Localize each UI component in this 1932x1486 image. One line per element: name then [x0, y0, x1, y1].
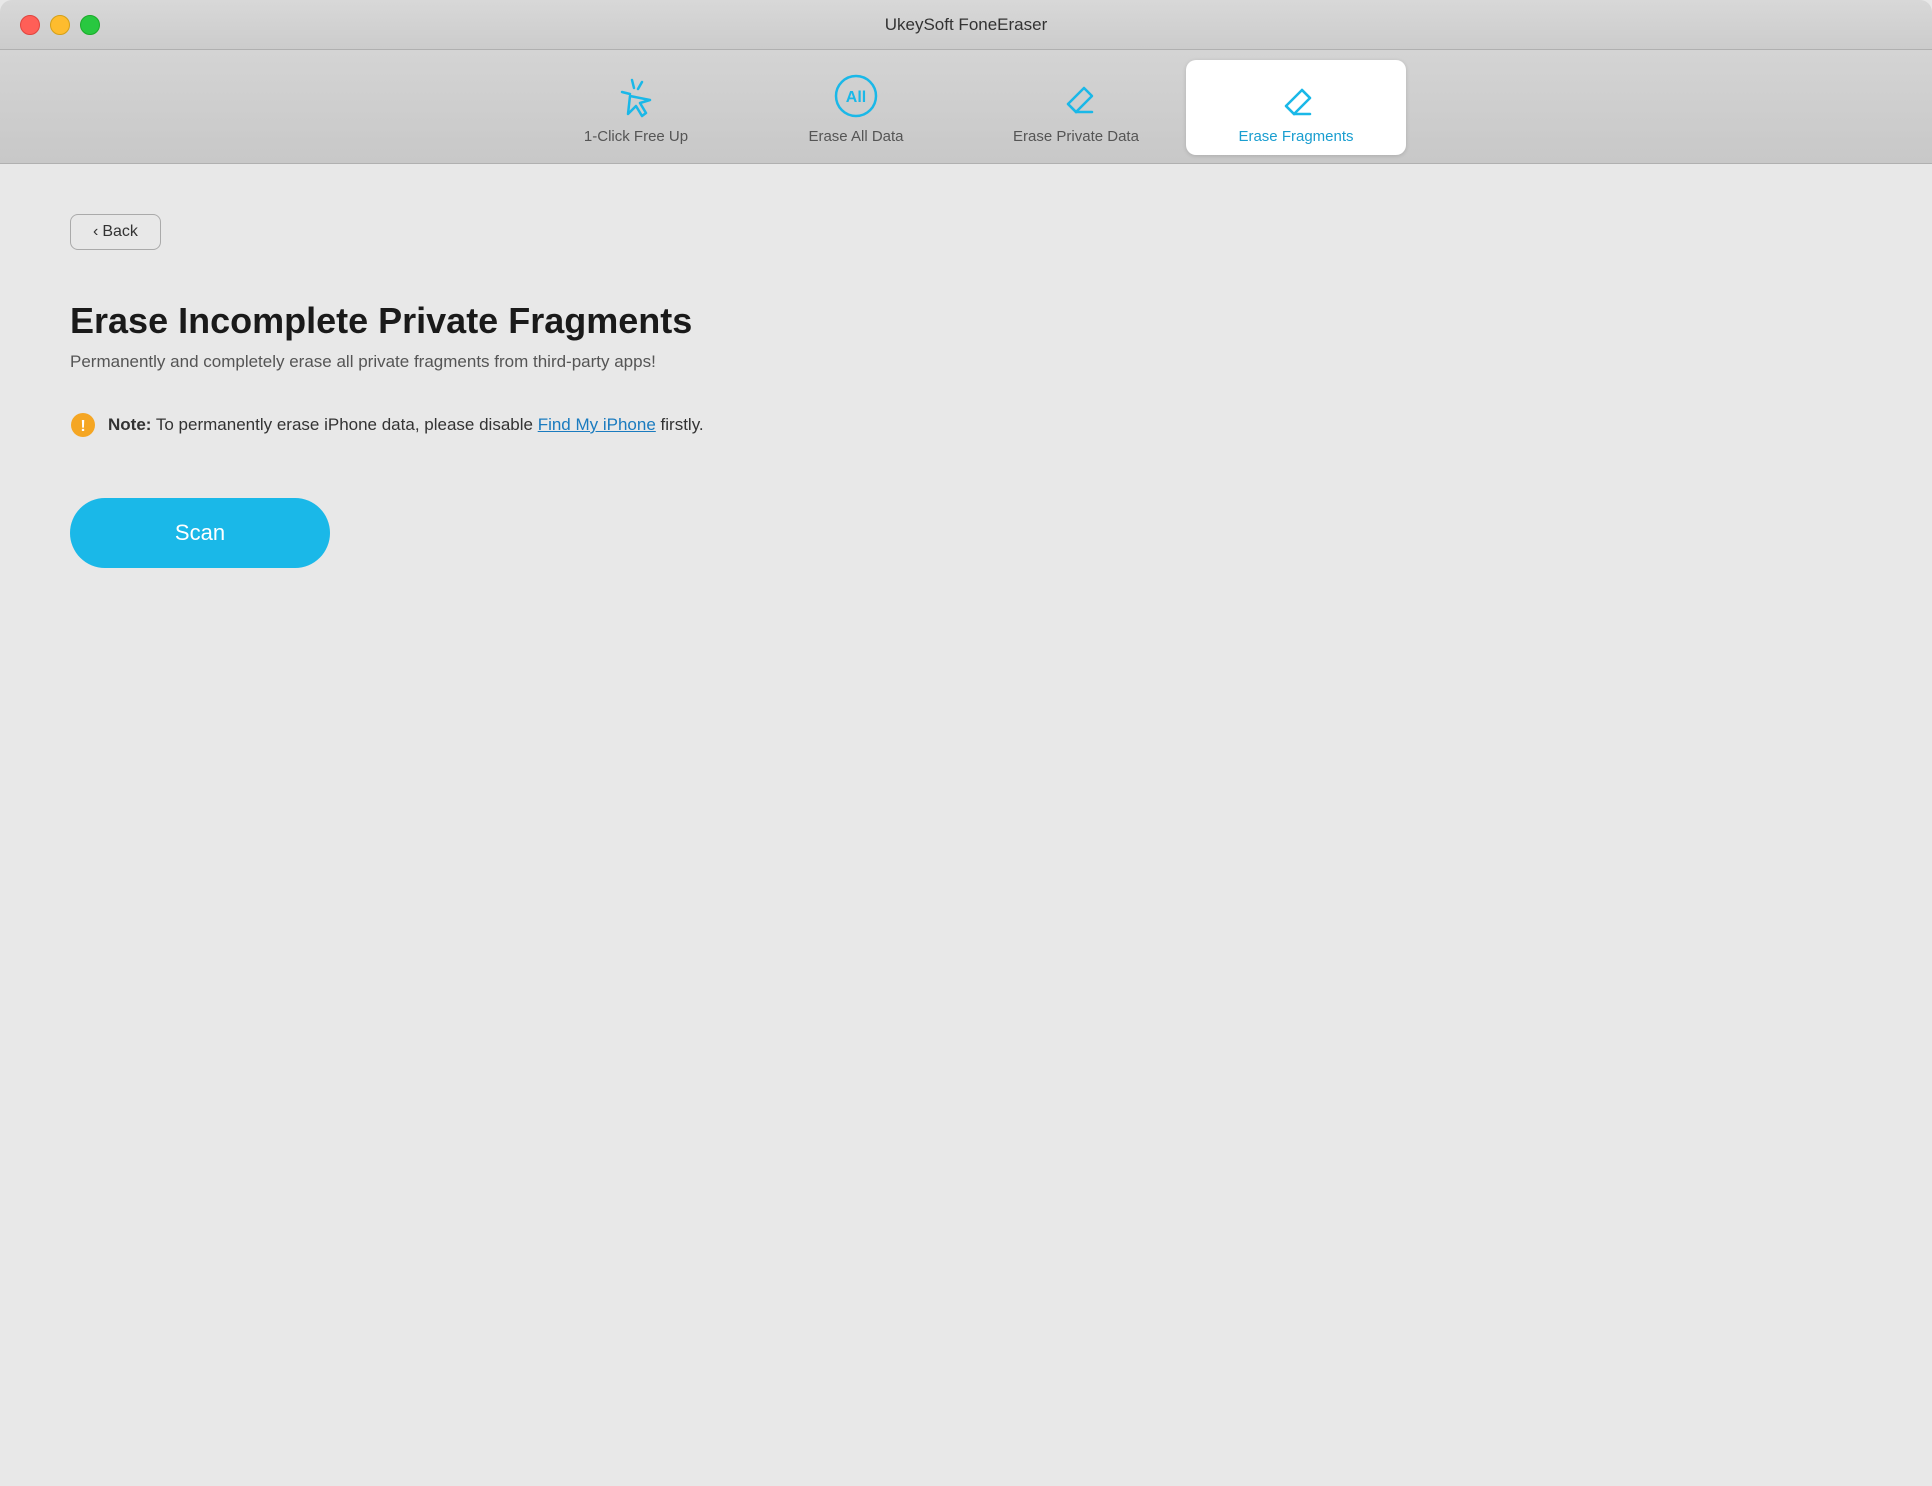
traffic-lights — [20, 15, 100, 35]
tab-erase-private-label: Erase Private Data — [1013, 128, 1139, 145]
scan-button[interactable]: Scan — [70, 498, 330, 568]
tab-erase-all-label: Erase All Data — [808, 128, 903, 145]
svg-text:All: All — [846, 89, 866, 106]
erase-all-icon: All — [830, 70, 882, 122]
tab-erase-all-data[interactable]: All Erase All Data — [746, 60, 966, 155]
minimize-button[interactable] — [50, 15, 70, 35]
warning-icon: ! — [70, 412, 96, 438]
page-subtitle: Permanently and completely erase all pri… — [70, 352, 1862, 372]
svg-text:!: ! — [80, 418, 85, 435]
note-text-suffix: firstly. — [656, 415, 704, 434]
tab-erase-fragments-label: Erase Fragments — [1238, 128, 1353, 145]
close-button[interactable] — [20, 15, 40, 35]
back-button-label: Back — [102, 223, 138, 241]
one-click-icon — [610, 70, 662, 122]
note-row: ! Note: To permanently erase iPhone data… — [70, 412, 1862, 438]
titlebar: UkeySoft FoneEraser — [0, 0, 1932, 50]
find-my-iphone-link[interactable]: Find My iPhone — [538, 415, 656, 434]
tab-erase-fragments[interactable]: Erase Fragments — [1186, 60, 1406, 155]
back-chevron-icon: ‹ — [93, 223, 98, 241]
tab-erase-private-data[interactable]: Erase Private Data — [966, 60, 1186, 155]
main-content: ‹ Back Erase Incomplete Private Fragment… — [0, 164, 1932, 1486]
note-label: Note: — [108, 415, 151, 434]
note-content: Note: To permanently erase iPhone data, … — [108, 412, 704, 438]
back-button[interactable]: ‹ Back — [70, 214, 161, 250]
app-window: UkeySoft FoneEraser 1-Click Free Up All — [0, 0, 1932, 1486]
window-title: UkeySoft FoneEraser — [885, 15, 1048, 35]
tab-one-click-label: 1-Click Free Up — [584, 128, 688, 145]
toolbar: 1-Click Free Up All Erase All Data — [0, 50, 1932, 164]
tab-one-click-free-up[interactable]: 1-Click Free Up — [526, 60, 746, 155]
note-text-before-link: To permanently erase iPhone data, please… — [156, 415, 538, 434]
erase-fragments-icon — [1270, 70, 1322, 122]
page-title: Erase Incomplete Private Fragments — [70, 300, 1862, 342]
maximize-button[interactable] — [80, 15, 100, 35]
erase-private-icon — [1050, 70, 1102, 122]
